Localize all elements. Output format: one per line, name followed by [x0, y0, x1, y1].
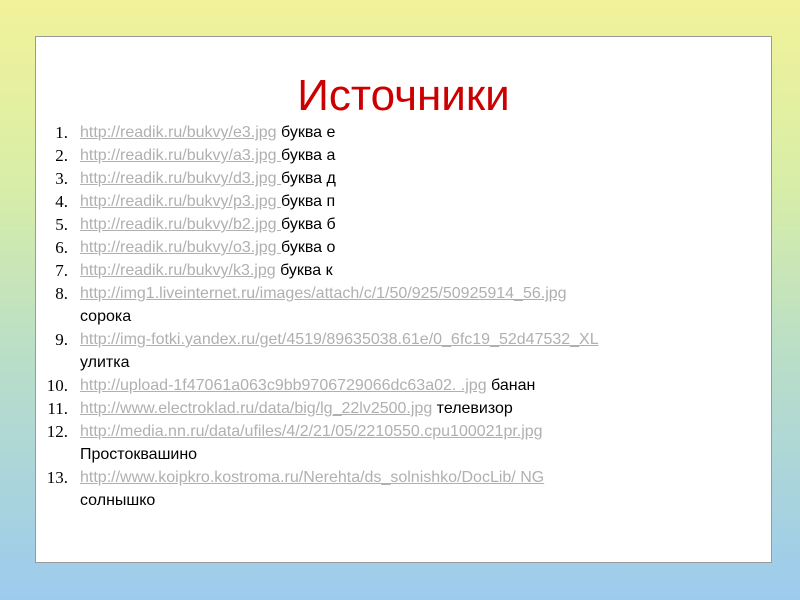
source-description: солнышко: [80, 492, 156, 509]
source-link[interactable]: http://media.nn.ru/data/ufiles/4/2/21/05…: [80, 423, 543, 440]
list-item: 11. http://www.electroklad.ru/data/big/l…: [36, 397, 771, 420]
list-item: 7. http://readik.ru/bukvy/k3.jpg буква к: [36, 259, 771, 282]
source-description: сорока: [80, 308, 132, 325]
source-description: буква д: [281, 170, 336, 187]
item-number: 13.: [46, 468, 68, 487]
item-number: 2.: [55, 146, 68, 165]
list-item: 3. http://readik.ru/bukvy/d3.jpg буква д: [36, 167, 771, 190]
item-number: 5.: [55, 215, 68, 234]
list-item: 6. http://readik.ru/bukvy/o3.jpg буква о: [36, 236, 771, 259]
list-item: 8. http://img1.liveinternet.ru/images/att…: [36, 282, 771, 328]
list-item: 1. http://readik.ru/bukvy/e3.jpg буква е: [36, 121, 771, 144]
source-description: буква п: [281, 193, 336, 210]
source-description: банан: [491, 377, 536, 394]
item-number: 10.: [46, 376, 68, 395]
source-link[interactable]: http://www.koipkro.kostroma.ru/Nerehta/d…: [80, 469, 544, 486]
list-item: 4. http://readik.ru/bukvy/p3.jpg буква п: [36, 190, 771, 213]
source-description: буква е: [281, 124, 336, 141]
source-link[interactable]: http://readik.ru/bukvy/o3.jpg: [80, 239, 281, 256]
item-number: 12.: [46, 422, 68, 441]
source-description: буква о: [281, 239, 336, 256]
source-link[interactable]: http://img1.liveinternet.ru/images/attac…: [80, 285, 567, 302]
item-number: 7.: [55, 261, 68, 280]
source-link[interactable]: http://readik.ru/bukvy/k3.jpg: [80, 262, 276, 279]
list-item: 10. http://upload-1f47061a063c9bb9706729…: [36, 374, 771, 397]
sources-list: 1. http://readik.ru/bukvy/e3.jpg буква е …: [36, 121, 771, 512]
source-link[interactable]: http://www.electroklad.ru/data/big/lg_22…: [80, 400, 432, 417]
item-number: 6.: [55, 238, 68, 257]
slide-title: Источники: [297, 71, 510, 120]
source-link[interactable]: http://readik.ru/bukvy/a3.jpg: [80, 147, 281, 164]
item-number: 4.: [55, 192, 68, 211]
source-link[interactable]: http://img-fotki.yandex.ru/get/4519/8963…: [80, 331, 599, 348]
source-description: буква а: [281, 147, 336, 164]
source-description: буква к: [280, 262, 333, 279]
list-item: 12. http://media.nn.ru/data/ufiles/4/2/2…: [36, 420, 771, 466]
item-number: 9.: [55, 330, 68, 349]
source-link[interactable]: http://readik.ru/bukvy/p3.jpg: [80, 193, 281, 210]
source-link[interactable]: http://readik.ru/bukvy/b2.jpg: [80, 216, 281, 233]
source-link[interactable]: http://readik.ru/bukvy/d3.jpg: [80, 170, 281, 187]
source-description: буква б: [281, 216, 336, 233]
source-description: телевизор: [436, 400, 513, 417]
list-item: 2. http://readik.ru/bukvy/a3.jpg буква а: [36, 144, 771, 167]
item-number: 1.: [55, 123, 68, 142]
list-item: 9. http://img-fotki.yandex.ru/get/4519/89…: [36, 328, 771, 374]
source-description: Простоквашино: [80, 446, 198, 463]
source-link[interactable]: http://readik.ru/bukvy/e3.jpg: [80, 124, 277, 141]
source-description: улитка: [80, 354, 130, 371]
source-link[interactable]: http://upload-1f47061a063c9bb9706729066d…: [80, 377, 487, 394]
list-item: 5. http://readik.ru/bukvy/b2.jpg буква б: [36, 213, 771, 236]
item-number: 8.: [55, 284, 68, 303]
slide-content: Источники 1. http://readik.ru/bukvy/e3.jp…: [35, 36, 772, 563]
item-number: 11.: [47, 399, 68, 418]
list-item: 13. http://www.koipkro.kostroma.ru/Nereh…: [36, 466, 771, 512]
item-number: 3.: [55, 169, 68, 188]
